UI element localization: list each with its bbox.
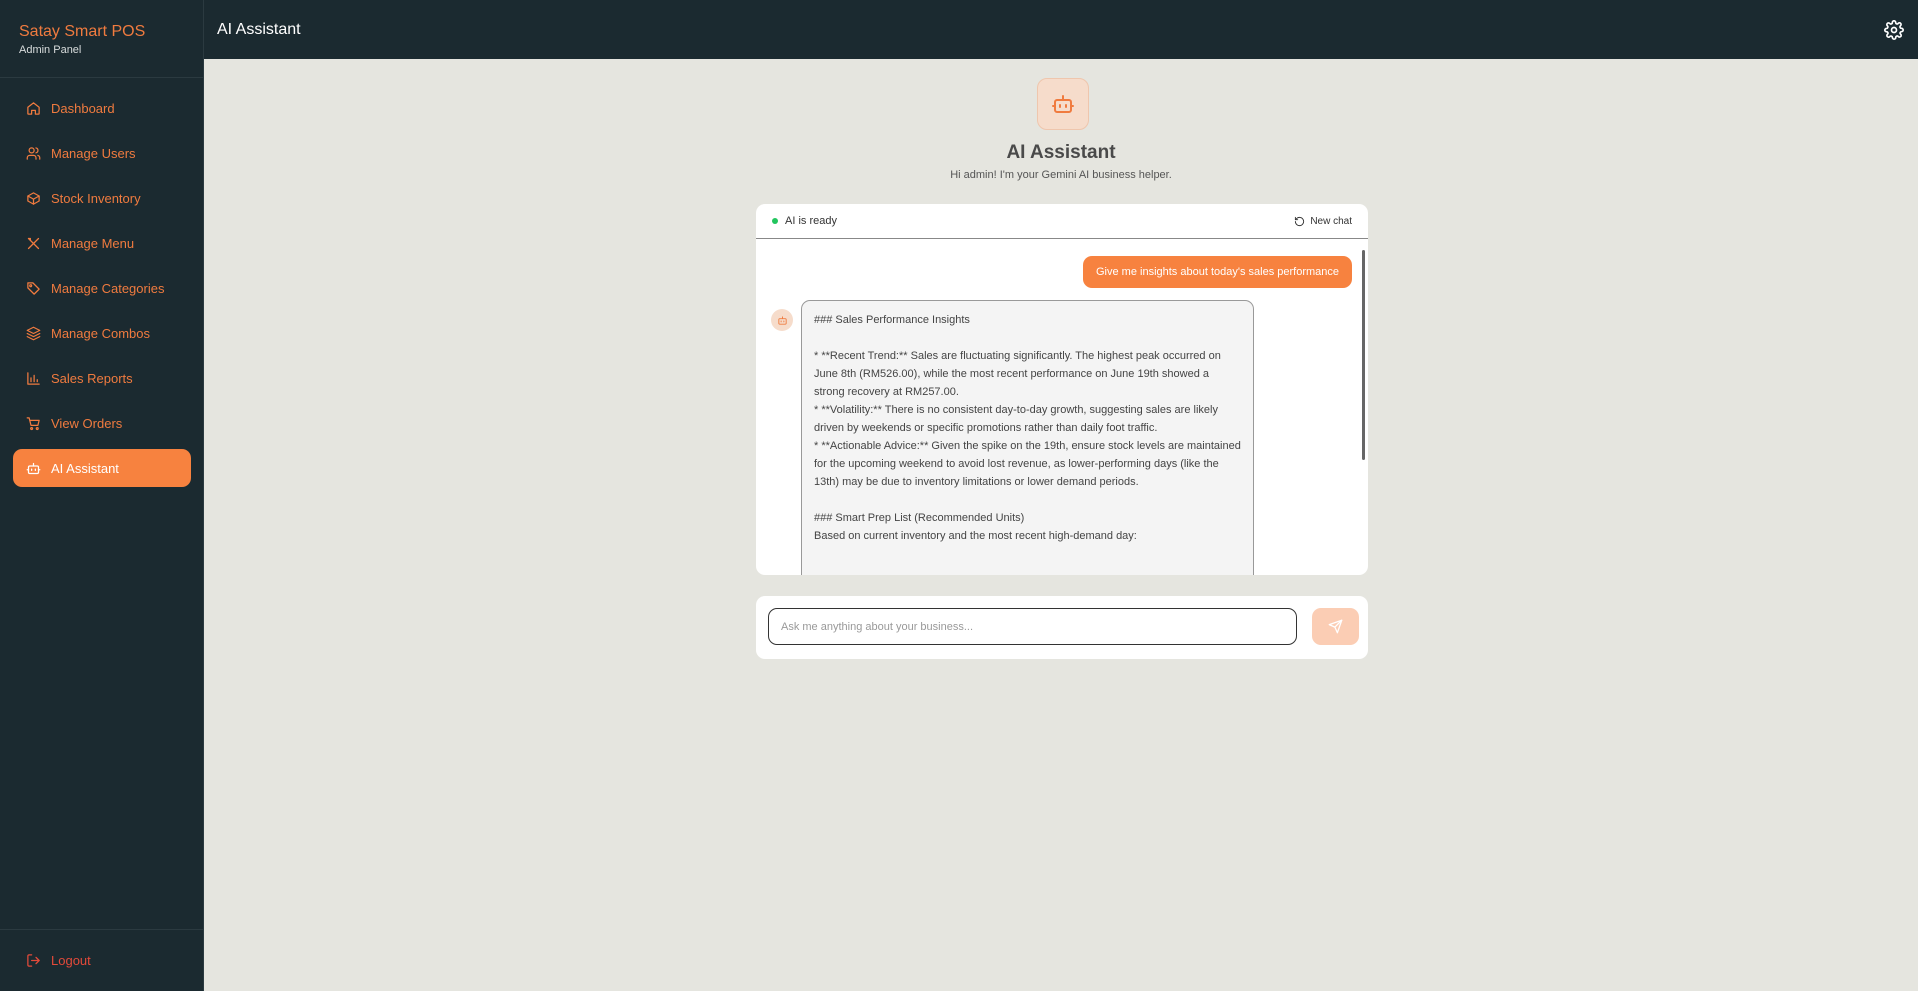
box-icon <box>27 191 40 205</box>
chat-input[interactable] <box>768 608 1297 645</box>
sidebar-item-label: Sales Reports <box>51 370 133 386</box>
sidebar-item-stock-inventory[interactable]: Stock Inventory <box>13 179 191 217</box>
sidebar-item-label: AI Assistant <box>51 460 119 476</box>
sidebar-item-view-orders[interactable]: View Orders <box>13 404 191 442</box>
users-icon <box>26 146 41 160</box>
sidebar-item-label: Manage Menu <box>51 235 135 251</box>
sidebar-item-dashboard[interactable]: Dashboard <box>13 89 191 127</box>
bot-message-line: * **Actionable Advice:** Given the spike… <box>814 440 1244 488</box>
bot-message: ### Sales Performance Insights * **Recen… <box>801 300 1254 575</box>
send-icon <box>1328 619 1343 634</box>
home-icon <box>27 101 40 115</box>
sidebar-item-label: Dashboard <box>51 100 115 116</box>
top-header: AI Assistant <box>204 0 1918 59</box>
sidebar-nav: Dashboard Manage Users Stock Inventory M… <box>13 89 191 494</box>
brand: Satay Smart POS Admin Panel <box>0 0 203 78</box>
utensils-icon <box>27 237 40 249</box>
sidebar-item-label: Stock Inventory <box>51 190 141 206</box>
sidebar-item-sales-reports[interactable]: Sales Reports <box>13 359 191 397</box>
bot-message-line: ### Smart Prep List (Recommended Units) <box>814 512 1025 524</box>
page-title: AI Assistant <box>217 20 301 38</box>
new-chat-button[interactable]: New chat <box>1294 216 1352 227</box>
chat-messages[interactable]: Give me insights about today's sales per… <box>756 240 1368 575</box>
sidebar-item-ai-assistant[interactable]: AI Assistant <box>13 449 191 487</box>
bot-message-gap <box>814 329 1241 347</box>
bot-message-line: ### Sales Performance Insights <box>814 314 970 326</box>
cart-icon <box>26 416 40 430</box>
status-indicator: AI is ready <box>772 215 837 227</box>
main-content: AI Assistant Hi admin! I'm your Gemini A… <box>204 59 1918 991</box>
hero-title: AI Assistant <box>1006 142 1116 163</box>
gear-icon[interactable] <box>1884 19 1904 40</box>
send-button[interactable] <box>1312 608 1359 645</box>
sidebar-item-manage-combos[interactable]: Manage Combos <box>13 314 191 352</box>
bot-icon <box>777 315 787 325</box>
brand-title: Satay Smart POS <box>19 23 146 40</box>
status-dot-icon <box>772 218 778 224</box>
sidebar-item-manage-menu[interactable]: Manage Menu <box>13 224 191 262</box>
status-text: AI is ready <box>785 215 837 227</box>
bot-icon <box>26 462 41 474</box>
chat-header: AI is ready New chat <box>756 204 1368 239</box>
user-message: Give me insights about today's sales per… <box>1083 256 1352 288</box>
chat-input-panel <box>756 596 1368 659</box>
bot-icon <box>1052 95 1074 113</box>
layers-icon <box>26 326 41 340</box>
chat-scrollbar[interactable] <box>1362 250 1365 460</box>
tags-icon <box>27 281 40 295</box>
sidebar-item-label: Manage Combos <box>51 325 150 341</box>
hero-subtitle: Hi admin! I'm your Gemini AI business he… <box>950 169 1172 181</box>
bot-message-gap <box>814 491 1241 509</box>
bot-message-line: * **Recent Trend:** Sales are fluctuatin… <box>814 350 1224 398</box>
logout-button[interactable]: Logout <box>0 929 203 991</box>
bot-message-line: Based on current inventory and the most … <box>814 530 1137 542</box>
bar-chart-icon <box>27 371 40 385</box>
bot-avatar <box>771 309 793 331</box>
sidebar-item-label: Manage Users <box>51 145 136 161</box>
brand-subtitle: Admin Panel <box>19 44 82 56</box>
hero-bot-badge <box>1037 78 1089 130</box>
sidebar-item-manage-categories[interactable]: Manage Categories <box>13 269 191 307</box>
refresh-icon <box>1295 216 1305 226</box>
sidebar: Satay Smart POS Admin Panel Dashboard Ma… <box>0 0 204 991</box>
chat-panel: AI is ready New chat Give me insights ab… <box>756 204 1368 575</box>
logout-label: Logout <box>51 953 91 968</box>
new-chat-label: New chat <box>1310 215 1352 227</box>
sidebar-item-label: View Orders <box>51 415 123 431</box>
sidebar-item-manage-users[interactable]: Manage Users <box>13 134 191 172</box>
bot-message-line: * **Volatility:** There is no consistent… <box>814 404 1222 434</box>
logout-icon <box>27 954 40 967</box>
sidebar-item-label: Manage Categories <box>51 280 165 296</box>
